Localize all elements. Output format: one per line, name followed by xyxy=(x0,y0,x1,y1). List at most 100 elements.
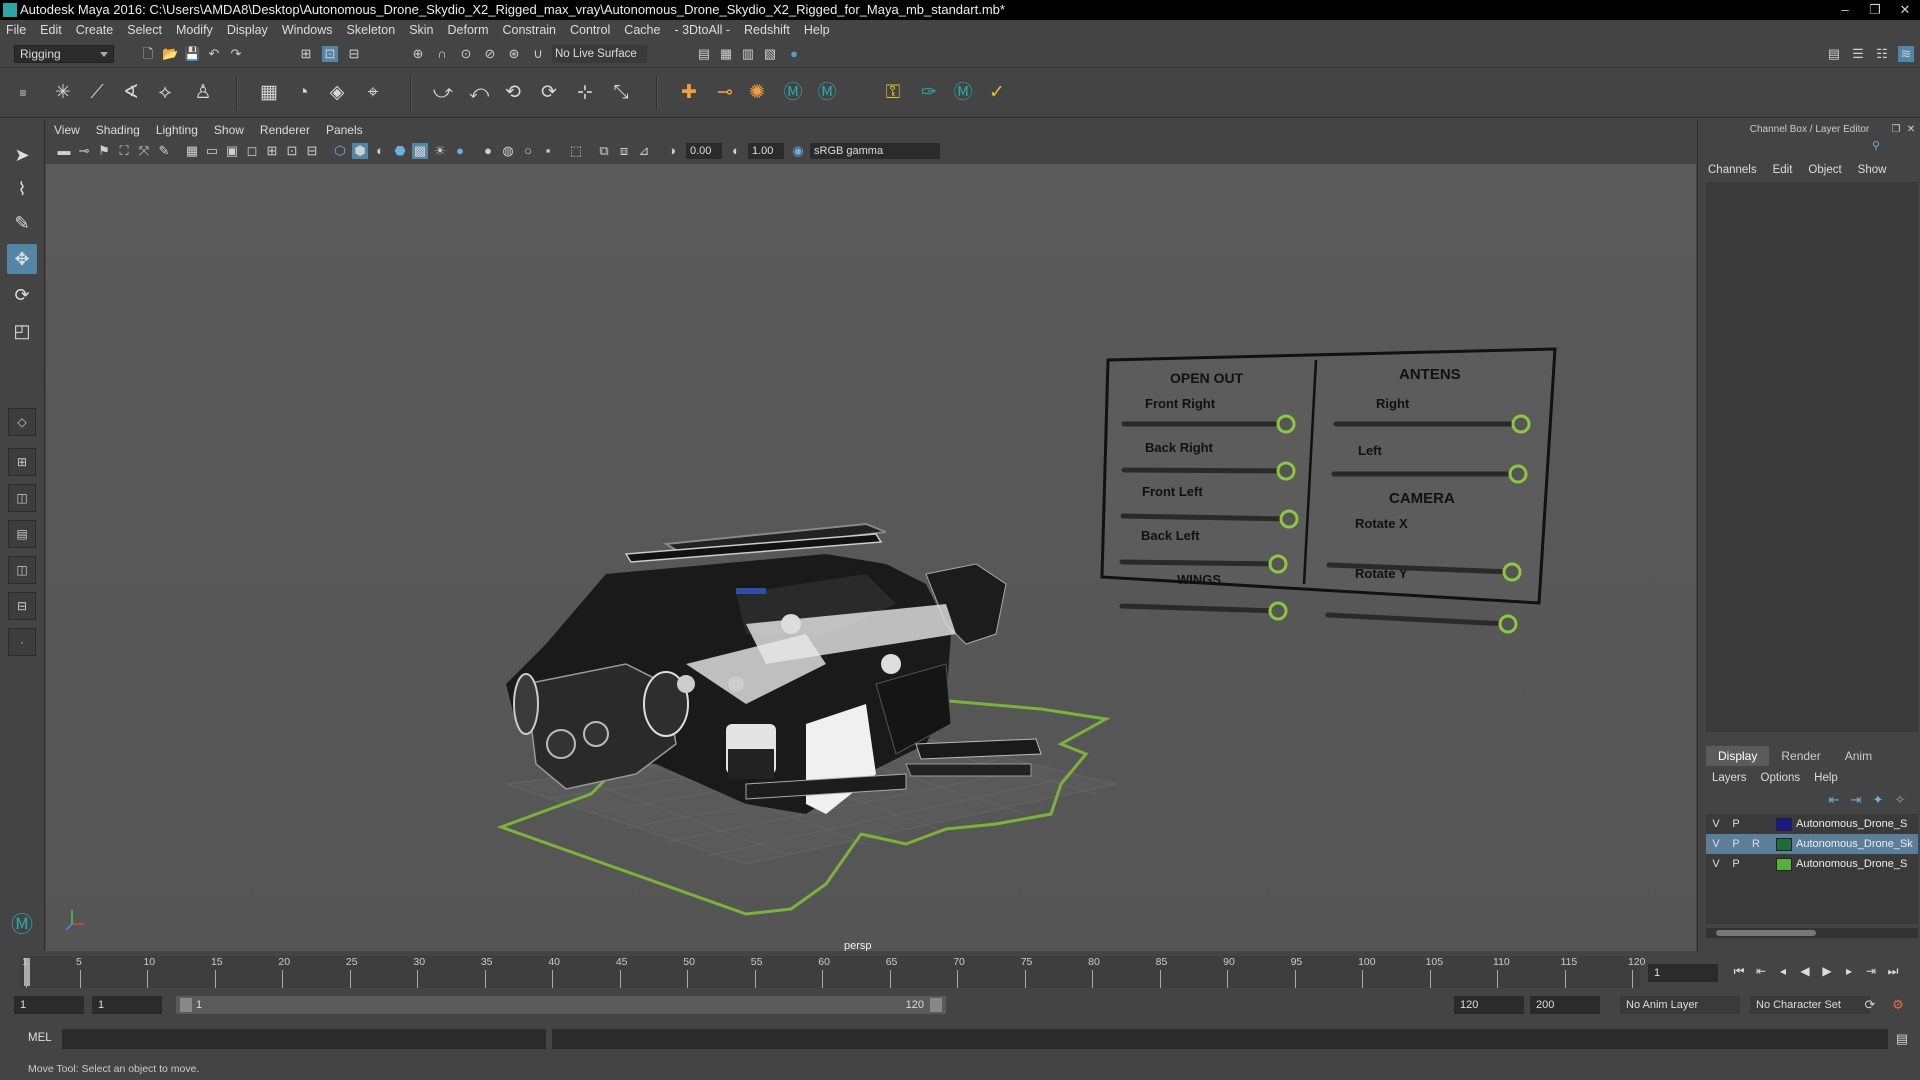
copy-weights-icon[interactable]: ⊹ xyxy=(572,80,598,106)
layer-color-swatch[interactable] xyxy=(1776,817,1792,831)
minimize-button[interactable]: ‒ xyxy=(1830,0,1860,20)
tab-render[interactable]: Render xyxy=(1769,746,1832,766)
paint-weights-icon[interactable]: ⟲ xyxy=(500,80,526,106)
insert-joint-icon[interactable]: ⟋ xyxy=(84,80,110,106)
vp-menu-renderer[interactable]: Renderer xyxy=(260,123,310,137)
anim-layer-dropdown[interactable]: No Anim Layer xyxy=(1620,996,1740,1014)
xray-components-icon[interactable]: ⧈ xyxy=(616,143,632,159)
redo-icon[interactable]: ↷ xyxy=(228,46,244,62)
ipr-render-icon[interactable]: ▥ xyxy=(740,46,756,62)
step-forward-key-icon[interactable]: ⇥ xyxy=(1860,964,1882,979)
slider-rotate-y-handle[interactable] xyxy=(1498,614,1518,634)
layer-visibility-toggle[interactable]: V xyxy=(1706,838,1726,850)
select-hierarchy-icon[interactable]: ⊞ xyxy=(298,46,314,62)
mirror-weights-icon[interactable]: ⟳ xyxy=(536,80,562,106)
select-object-icon[interactable]: ⊡ xyxy=(322,46,338,62)
cluster-icon[interactable]: ◔ xyxy=(290,80,316,106)
layer-display-type-toggle[interactable]: R xyxy=(1746,838,1766,850)
lattice-icon[interactable]: ▦ xyxy=(256,80,282,106)
shape-editor-icon[interactable]: Ⓜ xyxy=(950,80,976,106)
layer-row[interactable]: V P Autonomous_Drone_S xyxy=(1706,854,1918,874)
character-set-dropdown[interactable]: No Character Set xyxy=(1750,996,1870,1014)
menu-display[interactable]: Display xyxy=(227,23,268,37)
cb-menu-edit[interactable]: Edit xyxy=(1773,164,1793,176)
layer-playback-toggle[interactable]: P xyxy=(1726,818,1746,830)
vp-menu-show[interactable]: Show xyxy=(214,123,244,137)
channel-box-icon[interactable]: ⚲ xyxy=(1868,138,1884,154)
perspective-viewport[interactable]: OPEN OUT ANTENS CAMERA Front Right Back … xyxy=(46,164,1696,951)
select-tool-icon[interactable]: ➤ xyxy=(7,140,37,170)
channel-box-area[interactable] xyxy=(1706,182,1918,732)
shadows-icon[interactable]: ☀ xyxy=(432,143,448,159)
blend-shape-icon[interactable]: ⌖ xyxy=(360,80,386,106)
wireframe-on-shaded-icon[interactable]: ◐ xyxy=(372,143,388,159)
motion-blur-icon[interactable]: ● xyxy=(480,143,496,159)
layer-visibility-toggle[interactable]: V xyxy=(1706,818,1726,830)
field-chart-icon[interactable]: ⊞ xyxy=(264,143,280,159)
le-menu-options[interactable]: Options xyxy=(1761,772,1801,784)
character-set-icon[interactable]: Ⓜ xyxy=(780,80,806,106)
wireframe-icon[interactable]: ⬡ xyxy=(332,143,348,159)
close-panel-icon[interactable]: ✕ xyxy=(1903,122,1919,138)
gamma-icon[interactable]: ◐ xyxy=(728,143,744,159)
image-plane-icon[interactable]: ⛶ xyxy=(116,143,132,159)
channel-box-toggle-icon[interactable]: ≋ xyxy=(1898,46,1914,62)
bookmark-icon[interactable]: ⚑ xyxy=(96,143,112,159)
attribute-editor-icon[interactable]: ☰ xyxy=(1850,46,1866,62)
play-forwards-icon[interactable]: ▶ xyxy=(1816,964,1838,979)
layers-scrollbar[interactable] xyxy=(1706,928,1918,938)
slider-wings-handle[interactable] xyxy=(1268,601,1288,621)
exposure-icon[interactable]: ◑ xyxy=(664,143,680,159)
time-slider[interactable]: 1 5 10 15 20 25 30 35 40 45 50 55 60 65 70 75 80 85 90 95 10… xyxy=(0,952,1920,992)
move-layer-up-icon[interactable]: ⇤ xyxy=(1826,792,1842,808)
go-to-start-icon[interactable]: ⏮ xyxy=(1728,964,1750,979)
cb-menu-object[interactable]: Object xyxy=(1808,164,1841,176)
playback-end-field[interactable]: 120 xyxy=(1454,996,1524,1014)
vp-menu-shading[interactable]: Shading xyxy=(96,123,140,137)
step-back-key-icon[interactable]: ⇤ xyxy=(1750,964,1772,979)
float-panel-icon[interactable]: ❐ xyxy=(1888,122,1904,138)
layer-row[interactable]: V P Autonomous_Drone_S xyxy=(1706,814,1918,834)
anti-aliasing-icon[interactable]: ◍ xyxy=(500,143,516,159)
snap-view-icon[interactable]: ⊘ xyxy=(482,46,498,62)
grease-pencil-icon[interactable]: ✎ xyxy=(156,143,172,159)
detach-skin-icon[interactable]: ⤺ xyxy=(466,80,492,106)
four-pane-layout-icon[interactable]: ⊞ xyxy=(8,448,36,476)
new-scene-icon[interactable]: 🗋 xyxy=(140,46,156,62)
menu-windows[interactable]: Windows xyxy=(282,23,333,37)
slider-rotate-x-handle[interactable] xyxy=(1502,562,1522,582)
side-by-side-layout-icon[interactable]: ◫ xyxy=(8,484,36,512)
close-button[interactable]: ✕ xyxy=(1890,0,1920,20)
menu-skin[interactable]: Skin xyxy=(409,23,433,37)
new-empty-layer-icon[interactable]: ✦ xyxy=(1870,792,1886,808)
backface-cull-icon[interactable]: ⊿ xyxy=(636,143,652,159)
isolate-select-icon[interactable]: ▪ xyxy=(540,143,556,159)
animation-start-field[interactable]: 1 xyxy=(14,996,84,1014)
use-all-lights-icon[interactable]: ▩ xyxy=(412,143,428,159)
ik-handle-icon[interactable]: ∢ xyxy=(118,80,144,106)
snap-point-icon[interactable]: ⊙ xyxy=(458,46,474,62)
film-gate-icon[interactable]: ▭ xyxy=(204,143,220,159)
layer-color-swatch[interactable] xyxy=(1776,857,1792,871)
slider-antens-left-handle[interactable] xyxy=(1508,464,1528,484)
slider-antens-right-handle[interactable] xyxy=(1511,414,1531,434)
step-back-frame-icon[interactable]: ◂ xyxy=(1772,964,1794,979)
lasso-tool-icon[interactable]: ⌇ xyxy=(7,174,37,204)
set-driven-key-icon[interactable]: ⚿ xyxy=(880,80,906,106)
tab-anim[interactable]: Anim xyxy=(1833,746,1884,766)
menu-constrain[interactable]: Constrain xyxy=(503,23,557,37)
slider-back-right-handle[interactable] xyxy=(1276,461,1296,481)
menu-create[interactable]: Create xyxy=(76,23,114,37)
auto-key-icon[interactable]: ⟳ xyxy=(1862,997,1878,1013)
go-to-end-icon[interactable]: ⏭ xyxy=(1882,964,1904,979)
color-management-icon[interactable]: ◉ xyxy=(790,143,806,159)
le-menu-help[interactable]: Help xyxy=(1814,772,1838,784)
outliner-persp-layout-icon[interactable]: ▤ xyxy=(8,520,36,548)
grid-toggle-icon[interactable]: ▦ xyxy=(184,143,200,159)
resolution-gate-icon[interactable]: ▣ xyxy=(224,143,240,159)
animation-prefs-icon[interactable]: ⚙ xyxy=(1890,997,1906,1013)
menu-edit[interactable]: Edit xyxy=(40,23,62,37)
save-scene-icon[interactable]: 💾 xyxy=(184,46,200,62)
paint-select-icon[interactable]: ✎ xyxy=(7,208,37,238)
textured-icon[interactable]: ⬣ xyxy=(392,143,408,159)
